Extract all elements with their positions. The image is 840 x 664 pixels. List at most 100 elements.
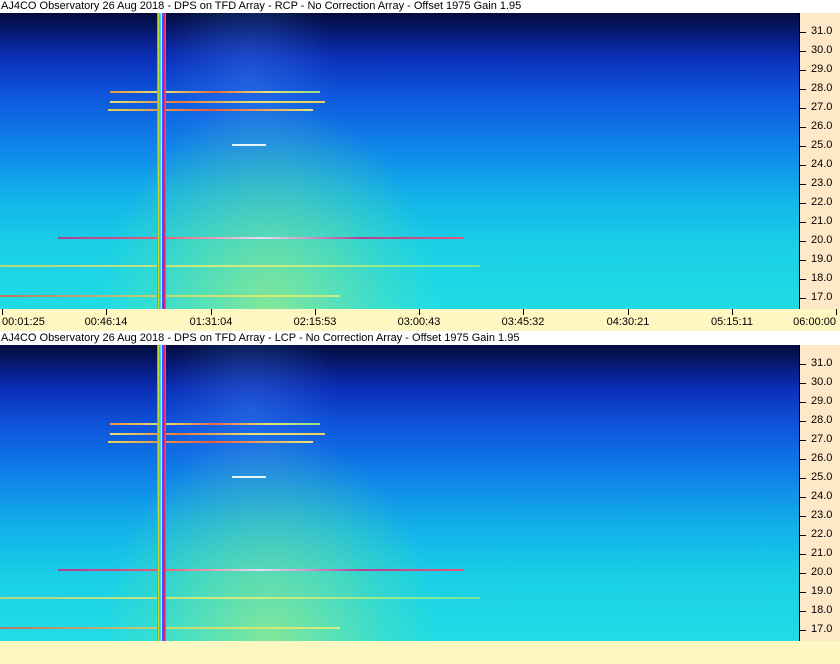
frequency-label: 30.0 [811, 44, 833, 56]
time-label: 00:46:14 [84, 316, 128, 328]
rcp-burst-band [108, 109, 313, 111]
frequency-tick [800, 478, 806, 479]
frequency-label: 25.0 [811, 139, 833, 151]
frequency-label: 23.0 [811, 177, 833, 189]
rcp-burst-band [0, 295, 340, 297]
lcp-burst-band [0, 597, 480, 599]
lcp-burst-band [108, 441, 313, 443]
frequency-label: 22.0 [811, 528, 833, 540]
frequency-label: 17.0 [811, 291, 833, 303]
frequency-tick [800, 165, 806, 166]
frequency-tick [800, 51, 806, 52]
rcp-burst-band [58, 237, 464, 239]
time-label: 03:45:32 [501, 316, 545, 328]
time-label: 01:31:04 [189, 316, 233, 328]
frequency-label: 22.0 [811, 196, 833, 208]
time-label: 05:15:11 [710, 316, 754, 328]
frequency-tick [800, 222, 806, 223]
rcp-burst-band [0, 265, 480, 267]
frequency-label: 21.0 [811, 547, 833, 559]
frequency-label: 31.0 [811, 357, 833, 369]
time-label: 06:00:00 [793, 316, 836, 328]
lcp-time-axis-strip [0, 641, 840, 664]
frequency-label: 19.0 [811, 585, 833, 597]
frequency-tick [800, 421, 806, 422]
time-tick [836, 309, 837, 315]
frequency-label: 27.0 [811, 433, 833, 445]
frequency-tick [800, 516, 806, 517]
lcp-burst-band [58, 569, 464, 571]
frequency-tick [800, 459, 806, 460]
frequency-label: 28.0 [811, 82, 833, 94]
time-tick [106, 309, 107, 315]
frequency-tick [800, 497, 806, 498]
frequency-label: 20.0 [811, 234, 833, 246]
rcp-burst-band [232, 144, 266, 146]
frequency-label: 24.0 [811, 158, 833, 170]
lcp-burst-band [232, 476, 266, 478]
frequency-tick [800, 89, 806, 90]
lcp-frequency-axis: 31.0 30.0 29.0 28.0 27.0 26.0 25.0 24.0 23.0 22.0… [799, 345, 840, 641]
rcp-spectrogram [0, 13, 799, 309]
time-label: 00:01:25 [2, 316, 45, 328]
lcp-panel-title: AJ4CO Observatory 26 Aug 2018 - DPS on T… [0, 332, 520, 345]
time-tick [523, 309, 524, 315]
time-label: 03:00:43 [397, 316, 441, 328]
frequency-tick [800, 535, 806, 536]
frequency-tick [800, 440, 806, 441]
frequency-label: 20.0 [811, 566, 833, 578]
frequency-label: 19.0 [811, 253, 833, 265]
frequency-tick [800, 70, 806, 71]
frequency-label: 31.0 [811, 25, 833, 37]
frequency-tick [800, 592, 806, 593]
rcp-panel-title: AJ4CO Observatory 26 Aug 2018 - DPS on T… [0, 0, 522, 13]
frequency-tick [800, 108, 806, 109]
lcp-burst-band [0, 627, 340, 629]
frequency-tick [800, 630, 806, 631]
frequency-label: 29.0 [811, 63, 833, 75]
frequency-tick [800, 127, 806, 128]
time-axis: 00:01:25 00:46:14 01:31:04 02:15:53 03:00:43… [0, 309, 840, 331]
time-tick [211, 309, 212, 315]
frequency-label: 29.0 [811, 395, 833, 407]
frequency-tick [800, 241, 806, 242]
frequency-label: 17.0 [811, 623, 833, 635]
rcp-burst-band [110, 91, 320, 93]
frequency-label: 18.0 [811, 604, 833, 616]
rcp-interference-stripe [157, 13, 166, 309]
time-tick [2, 309, 3, 315]
frequency-tick [800, 611, 806, 612]
frequency-tick [800, 203, 806, 204]
frequency-tick [800, 184, 806, 185]
time-tick [628, 309, 629, 315]
frequency-label: 25.0 [811, 471, 833, 483]
lcp-interference-stripe [157, 345, 166, 641]
frequency-label: 23.0 [811, 509, 833, 521]
lcp-spectrogram [0, 345, 799, 641]
frequency-tick [800, 146, 806, 147]
time-tick [732, 309, 733, 315]
frequency-tick [800, 383, 806, 384]
frequency-tick [800, 573, 806, 574]
frequency-tick [800, 260, 806, 261]
frequency-tick [800, 279, 806, 280]
frequency-tick [800, 364, 806, 365]
frequency-label: 28.0 [811, 414, 833, 426]
frequency-label: 24.0 [811, 490, 833, 502]
frequency-label: 27.0 [811, 101, 833, 113]
rcp-frequency-axis: 31.0 30.0 29.0 28.0 27.0 26.0 25.0 24.0 23.0 22.0… [799, 13, 840, 309]
frequency-label: 26.0 [811, 120, 833, 132]
time-tick [419, 309, 420, 315]
frequency-tick [800, 298, 806, 299]
rcp-burst-band [110, 101, 325, 103]
lcp-burst-band [110, 423, 320, 425]
lcp-burst-band [110, 433, 325, 435]
frequency-label: 21.0 [811, 215, 833, 227]
frequency-label: 26.0 [811, 452, 833, 464]
time-tick [315, 309, 316, 315]
frequency-label: 18.0 [811, 272, 833, 284]
frequency-tick [800, 554, 806, 555]
frequency-tick [800, 32, 806, 33]
frequency-tick [800, 402, 806, 403]
time-label: 02:15:53 [293, 316, 337, 328]
